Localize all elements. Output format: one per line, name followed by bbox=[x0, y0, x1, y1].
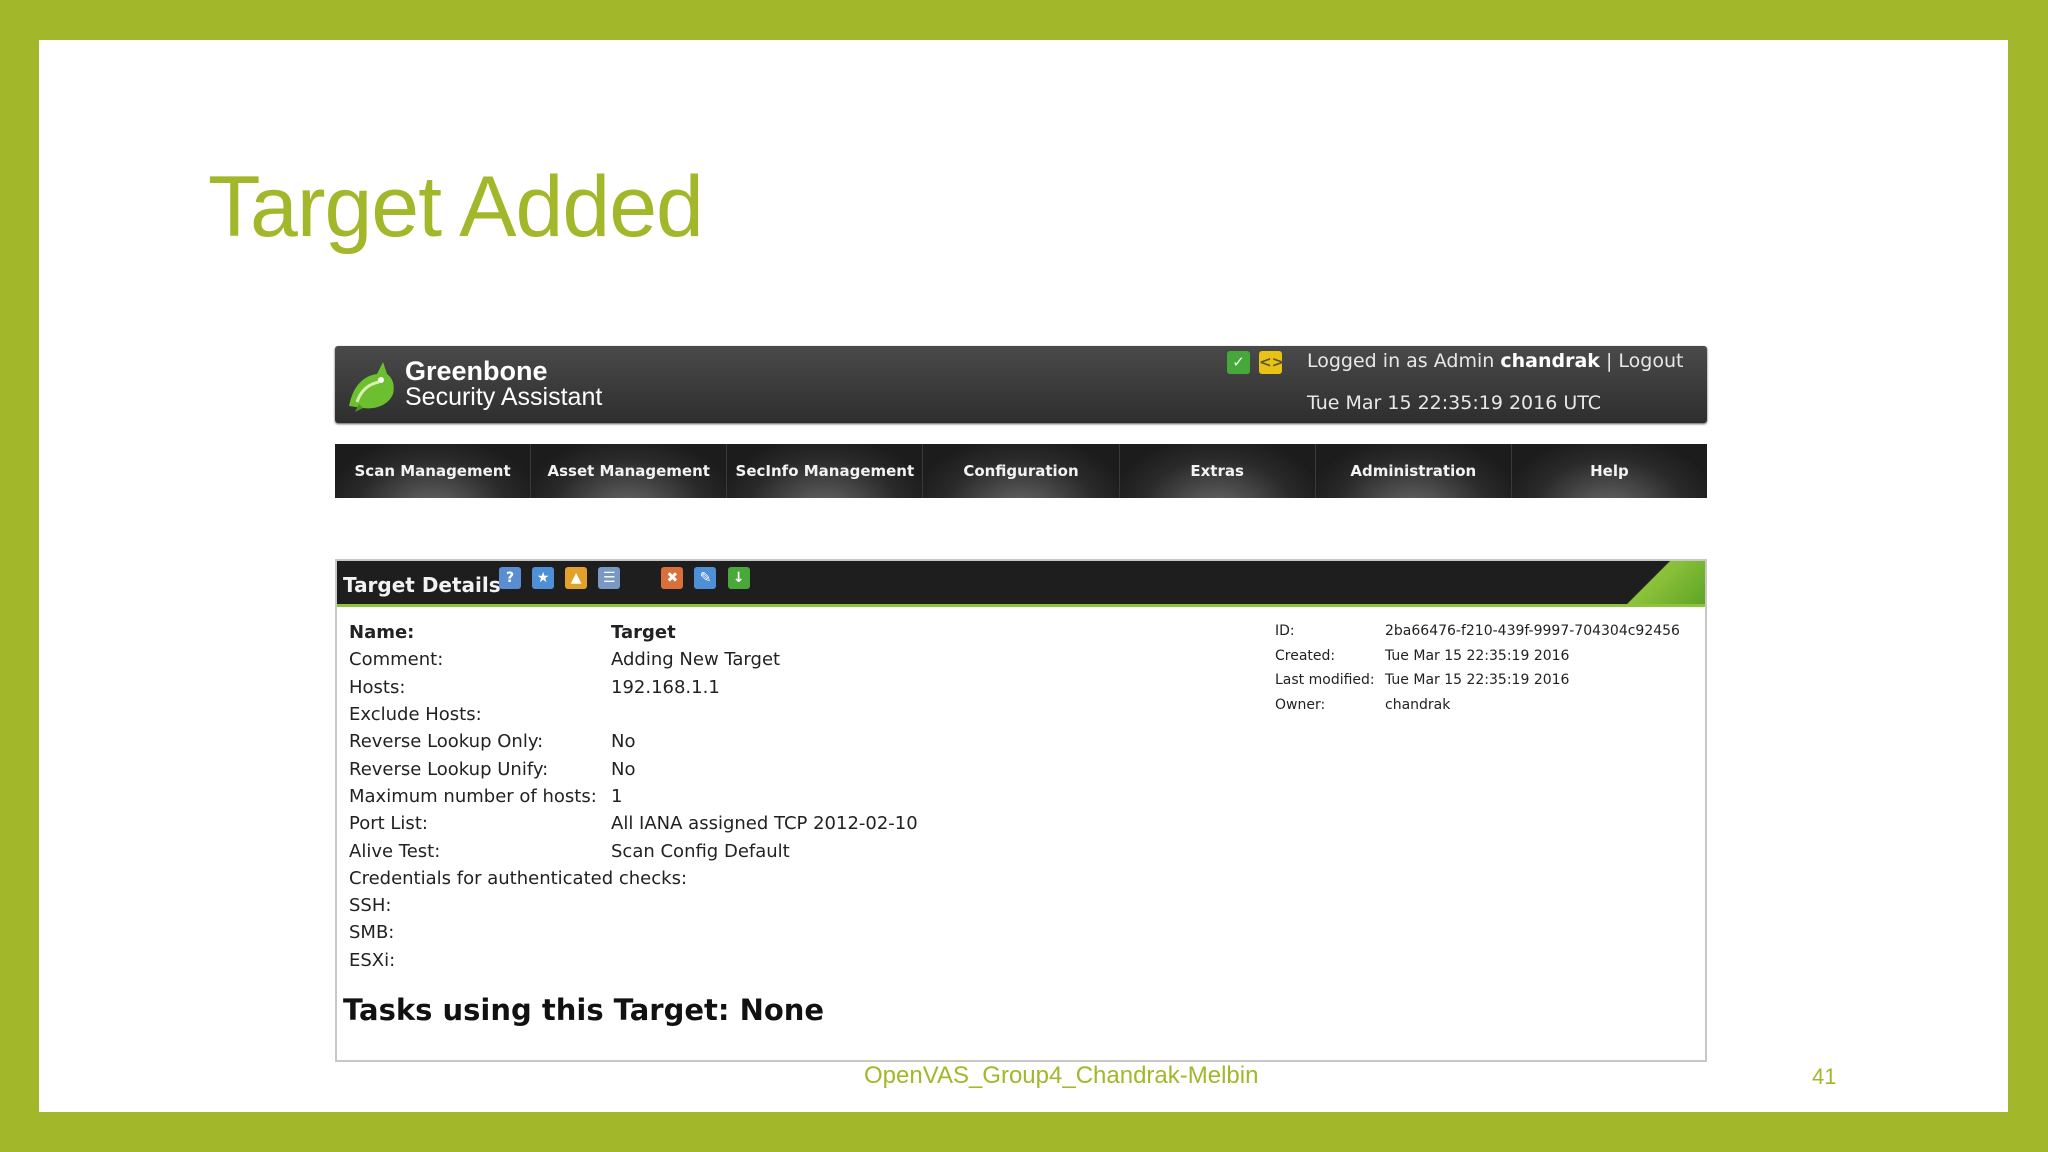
panel-title: Target Details bbox=[343, 573, 501, 597]
meta-row-id: ID: 2ba66476-f210-439f-9997-704304c92456 bbox=[1275, 619, 1680, 644]
meta-row-owner: Owner: chandrak bbox=[1275, 693, 1680, 718]
field-label: Exclude Hosts: bbox=[349, 704, 482, 726]
field-row-smb: SMB: bbox=[349, 919, 918, 946]
login-status: Logged in as Admin chandrak | Logout bbox=[1307, 350, 1683, 372]
meta-value: chandrak bbox=[1385, 696, 1451, 713]
field-row-ssh: SSH: bbox=[349, 892, 918, 919]
nav-help[interactable]: Help bbox=[1511, 444, 1707, 498]
port-list-link[interactable]: All IANA assigned TCP 2012-02-10 bbox=[611, 813, 918, 834]
scan-status-icon[interactable]: ✓ bbox=[1227, 351, 1250, 374]
field-label: Credentials for authenticated checks: bbox=[349, 867, 688, 889]
panel-toolbar: ? ★ ▲ ☰ ✖ ✎ ↓ bbox=[499, 567, 756, 589]
field-row-port-list: Port List: All IANA assigned TCP 2012-02… bbox=[349, 810, 918, 837]
field-label: SSH: bbox=[349, 895, 392, 917]
field-label: Maximum number of hosts: bbox=[349, 785, 597, 807]
field-value: Scan Config Default bbox=[611, 840, 790, 862]
greenbone-logo-icon bbox=[349, 362, 394, 412]
field-label: SMB: bbox=[349, 922, 395, 944]
list-icon[interactable]: ☰ bbox=[598, 567, 621, 589]
help-icon[interactable]: ? bbox=[499, 567, 521, 589]
slide-footer: OpenVAS_Group4_Chandrak-Melbin bbox=[864, 1062, 1259, 1089]
app-logo-text: Greenbone Security Assistant bbox=[405, 356, 603, 411]
new-icon[interactable]: ★ bbox=[532, 567, 555, 589]
username: chandrak bbox=[1500, 350, 1600, 372]
logo-line1: Greenbone bbox=[405, 356, 548, 386]
field-label: ESXi: bbox=[349, 949, 396, 971]
field-value: No bbox=[611, 758, 636, 780]
nav-configuration[interactable]: Configuration bbox=[923, 444, 1120, 498]
meta-label: Owner: bbox=[1275, 696, 1326, 713]
field-value: 1 bbox=[611, 785, 623, 807]
target-meta: ID: 2ba66476-f210-439f-9997-704304c92456… bbox=[1275, 619, 1680, 717]
field-value: 192.168.1.1 bbox=[611, 676, 720, 698]
panel-header: Target Details ? ★ ▲ ☰ ✖ ✎ ↓ bbox=[337, 561, 1705, 607]
nav-administration[interactable]: Administration bbox=[1315, 444, 1512, 498]
meta-value: Tue Mar 15 22:35:19 2016 bbox=[1385, 672, 1570, 689]
field-label: Hosts: bbox=[349, 676, 406, 698]
field-row-reverse-lookup-only: Reverse Lookup Only: No bbox=[349, 728, 918, 755]
code-icon[interactable]: <> bbox=[1259, 351, 1284, 374]
field-value: No bbox=[611, 731, 636, 753]
field-label: Reverse Lookup Unify: bbox=[349, 758, 549, 780]
clone-icon[interactable]: ▲ bbox=[565, 567, 588, 589]
slide: Target Added Greenbone Security Assistan… bbox=[39, 40, 2008, 1112]
nav-secinfo-management[interactable]: SecInfo Management bbox=[727, 444, 924, 498]
target-details-panel: Target Details ? ★ ▲ ☰ ✖ ✎ ↓ Name: Targe… bbox=[335, 559, 1707, 1062]
logo-line2: Security Assistant bbox=[405, 383, 603, 411]
header-corner-decoration bbox=[1605, 561, 1705, 604]
field-label: Reverse Lookup Only: bbox=[349, 731, 544, 753]
meta-value: 2ba66476-f210-439f-9997-704304c92456 bbox=[1385, 623, 1680, 640]
field-row-comment: Comment: Adding New Target bbox=[349, 646, 918, 673]
field-row-esxi: ESXi: bbox=[349, 947, 918, 974]
slide-page-number: 41 bbox=[1812, 1064, 1837, 1089]
tasks-heading: Tasks using this Target: None bbox=[343, 993, 825, 1027]
meta-row-created: Created: Tue Mar 15 22:35:19 2016 bbox=[1275, 644, 1680, 669]
meta-value: Tue Mar 15 22:35:19 2016 bbox=[1385, 647, 1570, 664]
field-label: Alive Test: bbox=[349, 840, 441, 862]
slide-title: Target Added bbox=[208, 159, 704, 255]
meta-label: Last modified: bbox=[1275, 672, 1375, 689]
header-datetime: Tue Mar 15 22:35:19 2016 UTC bbox=[1307, 392, 1602, 414]
edit-icon[interactable]: ✎ bbox=[694, 567, 717, 589]
field-label: Port List: bbox=[349, 813, 428, 835]
field-label: Comment: bbox=[349, 649, 444, 671]
delete-icon[interactable]: ✖ bbox=[661, 567, 684, 589]
meta-label: Created: bbox=[1275, 647, 1336, 664]
login-prefix: Logged in as Admin bbox=[1307, 350, 1495, 372]
field-row-alive-test: Alive Test: Scan Config Default bbox=[349, 837, 918, 864]
nav-scan-management[interactable]: Scan Management bbox=[335, 444, 532, 498]
header-icons: ✓ <> bbox=[1227, 351, 1286, 374]
logout-link[interactable]: Logout bbox=[1618, 350, 1683, 372]
field-row-max-hosts: Maximum number of hosts: 1 bbox=[349, 783, 918, 810]
separator: | bbox=[1605, 350, 1613, 372]
export-icon[interactable]: ↓ bbox=[727, 567, 750, 589]
field-value: Target bbox=[611, 622, 676, 644]
app-header: Greenbone Security Assistant ✓ <> Logged… bbox=[335, 346, 1707, 423]
field-row-credentials: Credentials for authenticated checks: bbox=[349, 865, 918, 892]
meta-label: ID: bbox=[1275, 623, 1295, 640]
nav-extras[interactable]: Extras bbox=[1119, 444, 1316, 498]
field-value: Adding New Target bbox=[611, 649, 781, 671]
meta-row-last-modified: Last modified: Tue Mar 15 22:35:19 2016 bbox=[1275, 668, 1680, 693]
field-label: Name: bbox=[349, 622, 415, 644]
field-row-reverse-lookup-unify: Reverse Lookup Unify: No bbox=[349, 755, 918, 782]
field-row-name: Name: Target bbox=[349, 619, 918, 646]
main-nav: Scan Management Asset Management SecInfo… bbox=[335, 444, 1707, 498]
target-fields: Name: Target Comment: Adding New Target … bbox=[349, 619, 918, 974]
field-row-hosts: Hosts: 192.168.1.1 bbox=[349, 674, 918, 701]
field-row-exclude-hosts: Exclude Hosts: bbox=[349, 701, 918, 728]
nav-asset-management[interactable]: Asset Management bbox=[531, 444, 728, 498]
